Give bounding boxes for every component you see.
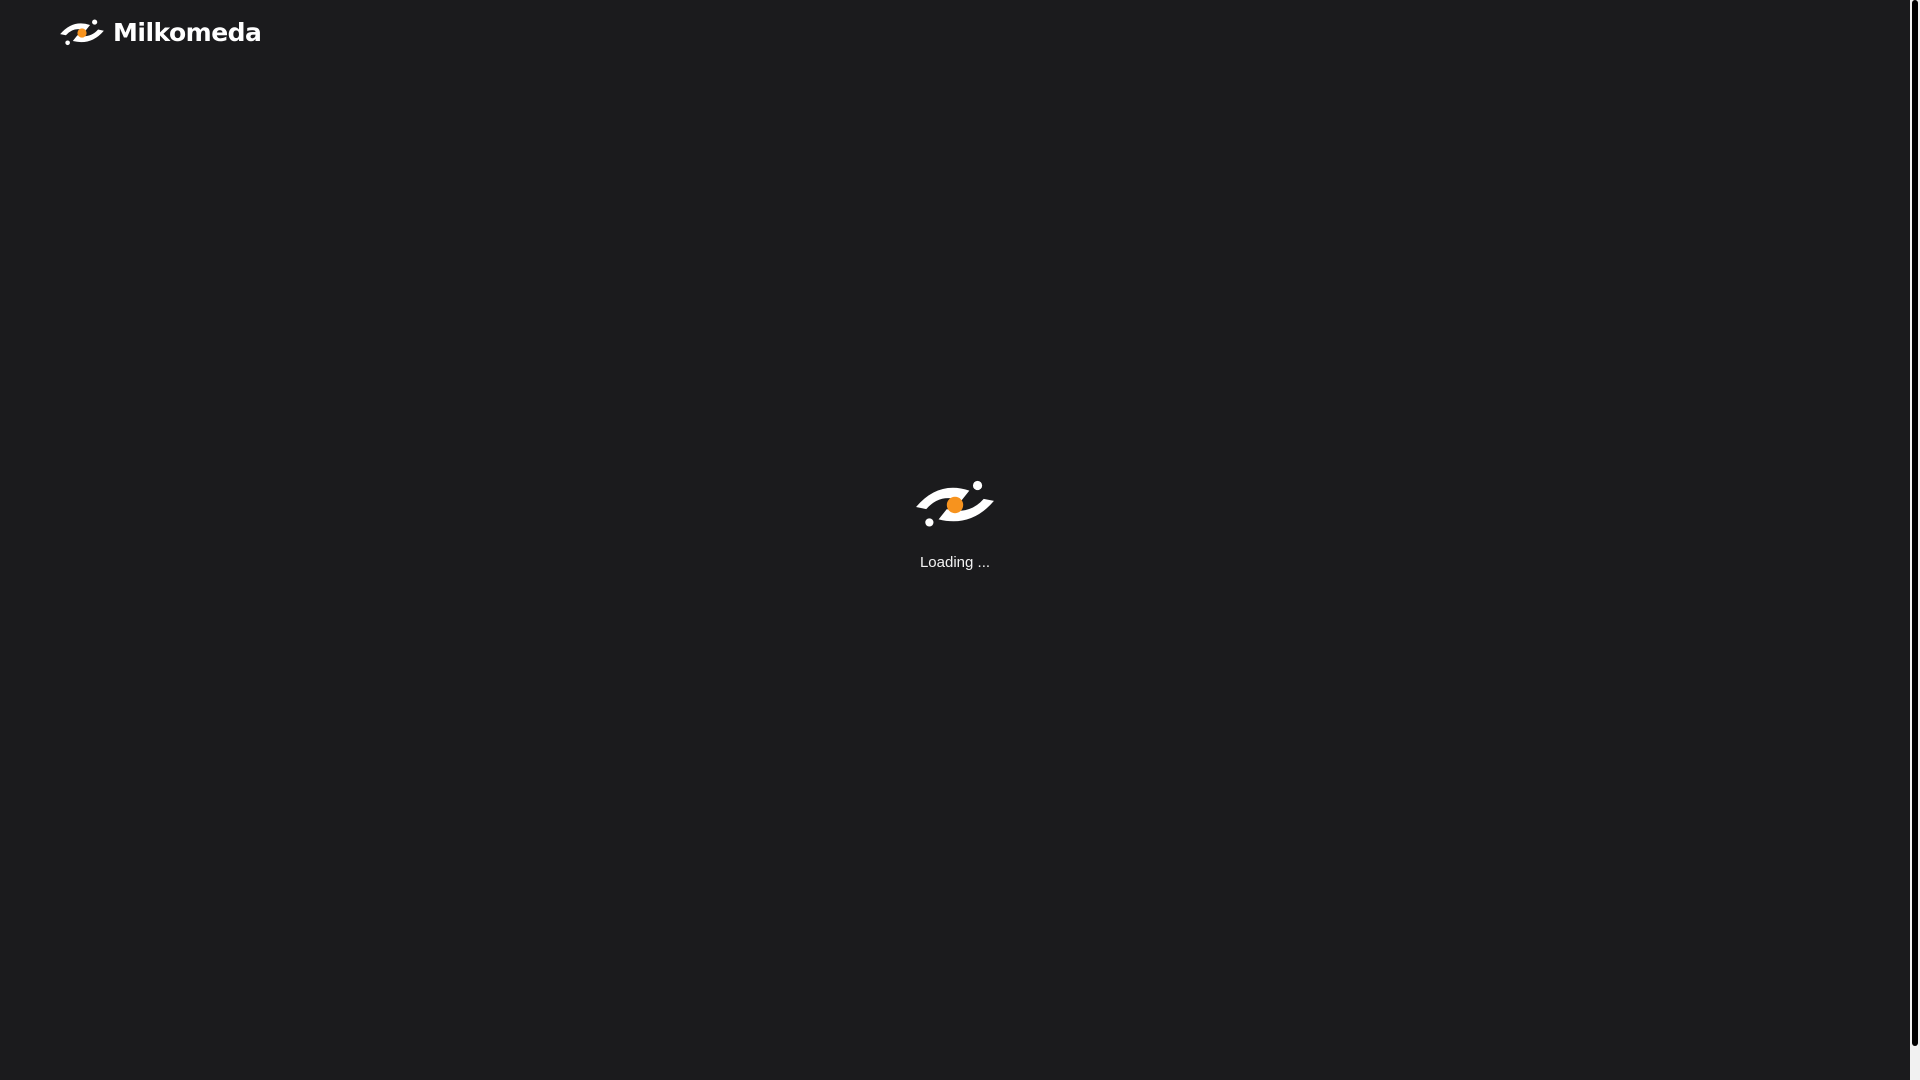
brand-name[interactable]: Milkomeda <box>113 16 262 50</box>
loading-text: Loading ... <box>919 554 991 571</box>
milkomeda-logo-icon[interactable] <box>59 18 105 48</box>
site-header: Milkomeda <box>59 16 262 50</box>
scrollbar-thumb[interactable] <box>1912 0 1918 1046</box>
vertical-scrollbar[interactable] <box>1910 0 1920 1080</box>
loading-page: Milkomeda Loading ... <box>0 0 1920 1080</box>
milkomeda-loading-icon <box>914 478 996 532</box>
loading-indicator: Loading ... <box>0 478 1910 572</box>
